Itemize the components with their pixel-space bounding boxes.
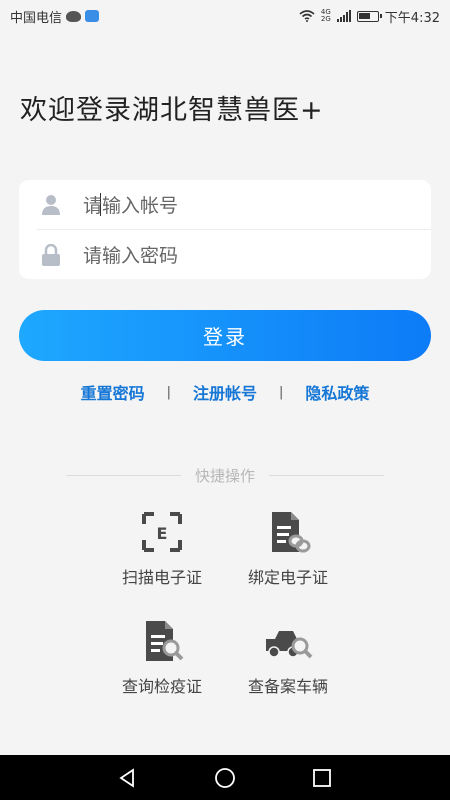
- wifi-icon: [299, 10, 315, 22]
- quick-action-label: 绑定电子证: [247, 568, 328, 587]
- login-card: [19, 180, 431, 279]
- search-quarantine-icon: [146, 621, 184, 661]
- carrier-name: 中国电信: [10, 10, 63, 26]
- quick-action-search-quarantine[interactable]: 查询检疫证: [107, 619, 217, 697]
- status-bar: 中国电信 4G 2G 下午4:32: [0, 0, 450, 32]
- signal-icon: [336, 10, 351, 22]
- home-button[interactable]: [214, 767, 236, 789]
- clock: 下午4:32: [384, 10, 440, 26]
- quick-action-bind-certificate[interactable]: 绑定电子证: [233, 510, 343, 588]
- back-triangle-icon: [119, 767, 135, 788]
- quick-action-label: 扫描电子证: [121, 568, 202, 587]
- quick-actions-title: 快捷操作: [195, 466, 256, 485]
- svg-text:E: E: [157, 524, 168, 543]
- search-vehicle-icon: [266, 631, 313, 659]
- quick-action-label: 查备案车辆: [247, 677, 328, 696]
- quick-actions-header: 快捷操作: [66, 465, 385, 485]
- user-icon: [42, 195, 60, 215]
- quick-action-scan-certificate[interactable]: E 扫描电子证: [107, 510, 217, 588]
- divider-line: [66, 474, 181, 476]
- network-type-bottom: 2G: [320, 15, 331, 23]
- app-notification-icon: [85, 10, 100, 22]
- link-separator: |: [166, 384, 171, 400]
- battery-icon: [356, 10, 382, 22]
- lock-icon: [42, 244, 60, 266]
- back-button[interactable]: [117, 767, 139, 789]
- quick-action-label: 查询检疫证: [121, 677, 202, 696]
- scan-certificate-icon: E: [142, 512, 182, 552]
- account-input[interactable]: [81, 188, 415, 224]
- divider-line: [269, 474, 385, 476]
- register-link[interactable]: 注册帐号: [193, 380, 257, 404]
- password-input[interactable]: [81, 238, 415, 274]
- recents-button[interactable]: [311, 767, 333, 789]
- login-button[interactable]: 登录: [19, 310, 431, 361]
- account-links: 重置密码 | 注册帐号 | 隐私政策: [0, 380, 450, 404]
- bind-certificate-icon: [272, 512, 311, 553]
- page-title: 欢迎登录湖北智慧兽医+: [20, 95, 324, 126]
- reset-password-link[interactable]: 重置密码: [81, 380, 145, 404]
- quick-action-search-vehicle[interactable]: 查备案车辆: [233, 619, 343, 697]
- status-left: 中国电信: [10, 7, 100, 26]
- recents-square-icon: [312, 768, 331, 787]
- wechat-icon: [66, 10, 82, 22]
- password-field: [19, 230, 431, 279]
- status-right: 4G 2G 下午4:32: [299, 7, 440, 26]
- account-field: [19, 180, 431, 229]
- link-separator: |: [279, 384, 284, 400]
- network-type: 4G 2G: [321, 9, 331, 23]
- privacy-policy-link[interactable]: 隐私政策: [305, 380, 369, 404]
- system-navigation-bar: [0, 755, 450, 800]
- home-circle-icon: [215, 767, 235, 788]
